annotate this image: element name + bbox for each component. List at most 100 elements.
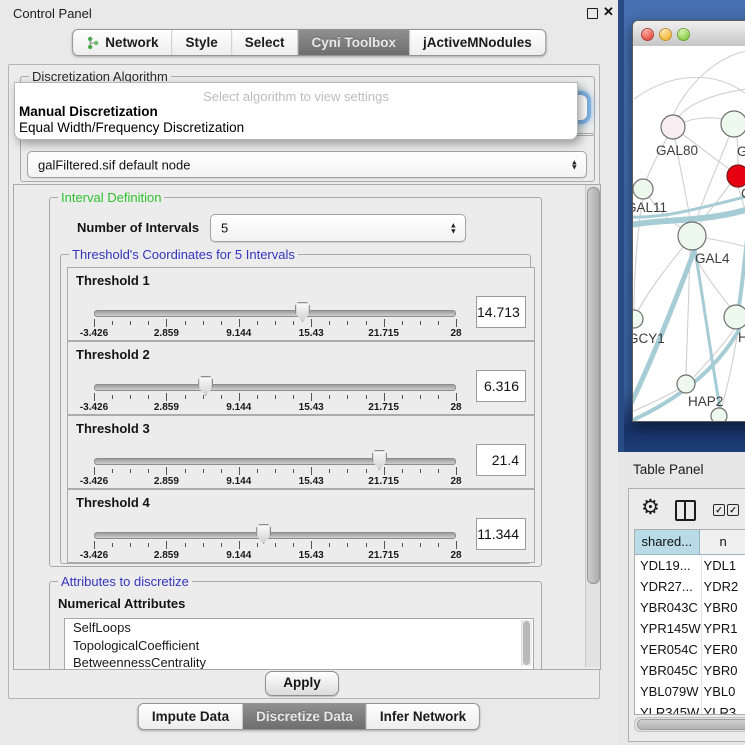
apply-button[interactable]: Apply	[265, 671, 339, 696]
numerical-attributes-list[interactable]: SelfLoopsTopologicalCoefficientBetweenne…	[64, 618, 534, 670]
tick-mark	[420, 469, 421, 473]
tick-label: -3.426	[80, 402, 108, 413]
tick-label: 2.859	[154, 550, 179, 561]
network-node-gal11[interactable]	[633, 179, 653, 199]
cell-shared-name: YDL19...	[635, 555, 702, 576]
threshold-panel-4: Threshold 4-3.4262.8599.14415.4321.71528…	[67, 489, 535, 563]
column-header-name[interactable]: n	[700, 530, 745, 554]
close-traffic-light[interactable]	[641, 28, 654, 41]
settings-vertical-scrollbar[interactable]	[585, 185, 600, 667]
minimize-traffic-light[interactable]	[659, 28, 672, 41]
dropdown-prompt-item[interactable]: Select algorithm to view settings	[15, 89, 577, 104]
threshold-value-field[interactable]: 6.316	[476, 370, 526, 402]
network-node-gal80[interactable]	[661, 115, 685, 139]
table-row[interactable]: YBR045CYBR0	[635, 660, 745, 681]
tick-mark	[402, 469, 403, 473]
tick-mark	[329, 321, 330, 325]
dropdown-option-manual-discretization[interactable]: Manual Discretization	[19, 104, 158, 119]
tick-mark	[257, 395, 258, 399]
tab-style[interactable]: Style	[171, 30, 230, 55]
number-of-intervals-combobox[interactable]: 5 ▲▼	[210, 214, 466, 242]
threshold-slider[interactable]: -3.4262.8599.14415.4321.71528	[94, 304, 456, 338]
attribute-list-item-selfloops[interactable]: SelfLoops	[65, 619, 533, 637]
table-row[interactable]: YER054CYER0	[635, 639, 745, 660]
scrollbar-thumb[interactable]	[587, 187, 600, 584]
network-node-gal4[interactable]	[678, 222, 706, 250]
tick-mark	[185, 543, 186, 547]
tick-mark	[221, 395, 222, 399]
column-layout-icon[interactable]	[675, 500, 696, 521]
cell-name: YLR3	[702, 702, 745, 715]
column-header-shared-name[interactable]: shared...	[635, 530, 700, 554]
tick-mark	[366, 543, 367, 547]
tick-mark	[221, 469, 222, 473]
tab-network[interactable]: Network	[73, 30, 171, 55]
cell-shared-name: YBR043C	[635, 597, 702, 618]
thresholds-group: Threshold's Coordinates for 5 Intervals …	[60, 254, 531, 564]
threshold-slider[interactable]: -3.4262.8599.14415.4321.71528	[94, 378, 456, 412]
tab-discretize-data[interactable]: Discretize Data	[242, 704, 366, 729]
tick-label: -3.426	[80, 476, 108, 487]
tab-infer-network[interactable]: Infer Network	[366, 704, 479, 729]
table-row[interactable]: YDR27...YDR2	[635, 576, 745, 597]
network-canvas[interactable]: GAL80GACGAL11GAL4GCY1HHAP2	[633, 46, 745, 421]
network-node[interactable]	[711, 408, 727, 421]
float-window-icon[interactable]	[587, 8, 598, 19]
scrollbar-thumb[interactable]	[637, 719, 745, 730]
tab-select[interactable]: Select	[231, 30, 298, 55]
attribute-list-item-betweennesscentrality[interactable]: BetweennessCentrality	[65, 654, 533, 670]
slider-tick-labels: -3.4262.8599.14415.4321.71528	[94, 550, 456, 561]
tick-label: 15.43	[299, 550, 324, 561]
tick-mark	[94, 541, 95, 549]
tick-mark	[293, 321, 294, 325]
threshold-panel-2: Threshold 2-3.4262.8599.14415.4321.71528…	[67, 341, 535, 415]
numerical-attributes-label: Numerical Attributes	[58, 596, 185, 611]
settings-scroll-pane: Interval Definition Number of Intervals …	[13, 184, 601, 670]
node-label-h: H	[738, 330, 745, 345]
table-row[interactable]: YBR043CYBR0	[635, 597, 745, 618]
network-node-c[interactable]	[727, 165, 745, 187]
cell-name: YPR1	[702, 618, 745, 639]
tick-label: 9.144	[226, 550, 251, 561]
table-row[interactable]: YBL079WYBL0	[635, 681, 745, 702]
threshold-value-field[interactable]: 21.4	[476, 444, 526, 476]
network-node-hap2[interactable]	[677, 375, 695, 393]
slider-ticks	[94, 467, 456, 476]
threshold-slider[interactable]: -3.4262.8599.14415.4321.71528	[94, 452, 456, 486]
checkbox-icon[interactable]: ✓	[713, 504, 725, 516]
tick-mark	[148, 321, 149, 325]
tab-impute-data[interactable]: Impute Data	[139, 704, 242, 729]
close-icon[interactable]: ✕	[603, 4, 614, 20]
network-node-h[interactable]	[724, 305, 745, 329]
zoom-traffic-light[interactable]	[677, 28, 690, 41]
threshold-value-field[interactable]: 11.344	[476, 518, 526, 550]
network-node-ga[interactable]	[721, 111, 745, 137]
threshold-slider[interactable]: -3.4262.8599.14415.4321.71528	[94, 526, 456, 560]
tick-mark	[420, 395, 421, 399]
tick-mark	[130, 543, 131, 547]
tick-mark	[166, 393, 167, 401]
table-data-combobox[interactable]: galFiltered.sif default node ▲▼	[27, 151, 587, 178]
tab-impute-data-label: Impute Data	[152, 709, 229, 724]
checkbox-icon[interactable]: ✓	[727, 504, 739, 516]
threshold-value-field[interactable]: 14.713	[476, 296, 526, 328]
table-row[interactable]: YLR345WYLR3	[635, 702, 745, 715]
tick-mark	[166, 541, 167, 549]
network-desktop: GAL80GACGAL11GAL4GCY1HHAP2	[618, 0, 745, 452]
network-window-titlebar[interactable]	[633, 21, 745, 47]
table-data-group: Table Data galFiltered.sif default node …	[20, 133, 595, 182]
network-node-gcy1[interactable]	[633, 310, 643, 328]
table-horizontal-scrollbar[interactable]	[634, 717, 745, 732]
table-row[interactable]: YPR145WYPR1	[635, 618, 745, 639]
network-window[interactable]: GAL80GACGAL11GAL4GCY1HHAP2	[632, 20, 745, 422]
node-attribute-table[interactable]: shared... n YDL19...YDL1YDR27...YDR2YBR0…	[634, 529, 745, 715]
attributes-group-label: Attributes to discretize	[58, 574, 192, 589]
gear-icon[interactable]: ⚙	[641, 495, 660, 520]
tab-cyni-toolbox[interactable]: Cyni Toolbox	[298, 30, 410, 55]
tab-jactivemnodules[interactable]: jActiveMNodules	[409, 30, 545, 55]
attribute-list-item-topologicalcoefficient[interactable]: TopologicalCoefficient	[65, 637, 533, 655]
table-row[interactable]: YDL19...YDL1	[635, 555, 745, 576]
cell-name: YBL0	[702, 681, 745, 702]
dropdown-option-equal-width-frequency[interactable]: Equal Width/Frequency Discretization	[19, 120, 244, 135]
attribute-list-scrollbar[interactable]	[521, 620, 532, 666]
